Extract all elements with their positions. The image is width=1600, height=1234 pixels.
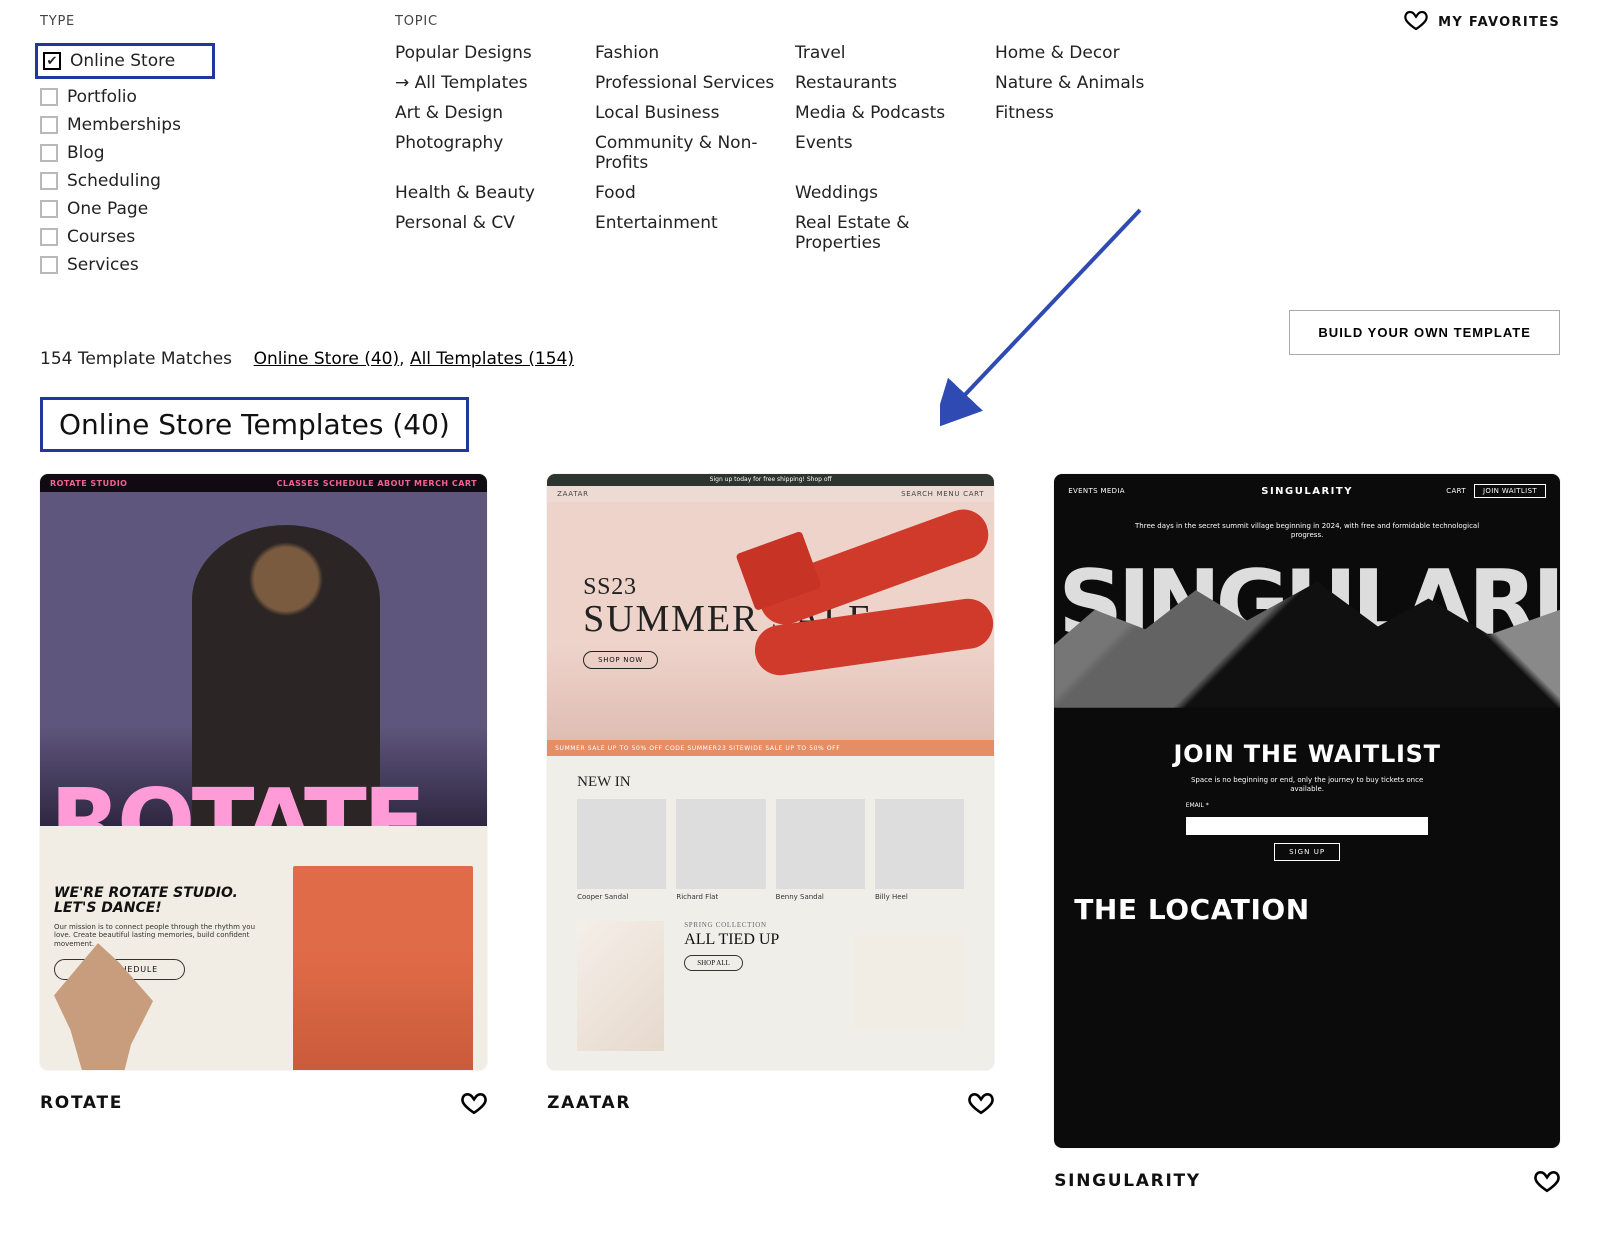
topic-link-real-estate-properties[interactable]: Real Estate & Properties [795,213,995,253]
my-favorites-link[interactable]: MY FAVORITES [1404,8,1560,36]
topic-link-home-decor[interactable]: Home & Decor [995,43,1195,63]
type-filter-label: Memberships [67,115,181,135]
type-filter-column: TYPE ✔ Online Store Portfolio Memberships Bl… [40,14,215,279]
type-filter-label: Services [67,255,139,275]
template-preview: EVENTS MEDIA SINGULARITY CART JOIN WAITL… [1054,474,1560,1148]
type-filter-one-page[interactable]: One Page [40,195,215,223]
matches-count: 154 Template Matches [40,349,232,369]
favorite-button[interactable] [461,1090,487,1116]
type-filter-label: Online Store [70,51,175,71]
template-title: ZAATAR [547,1093,631,1113]
all-templates-count-link[interactable]: All Templates (154) [410,349,574,369]
topic-link-local-business[interactable]: Local Business [595,103,795,123]
topic-link-fitness[interactable]: Fitness [995,103,1195,123]
template-cards: ROTATE STUDIOCLASSES SCHEDULE ABOUT MERC… [40,474,1560,1194]
topic-link-personal-cv[interactable]: Personal & CV [395,213,595,253]
type-filter-scheduling[interactable]: Scheduling [40,167,215,195]
checkbox-icon [40,116,58,134]
online-store-count-link[interactable]: Online Store (40) [254,349,399,369]
type-filter-label: Scheduling [67,171,161,191]
checkbox-icon: ✔ [43,52,61,70]
template-card-rotate[interactable]: ROTATE STUDIOCLASSES SCHEDULE ABOUT MERC… [40,474,487,1194]
checkbox-icon [40,256,58,274]
checkbox-icon [40,88,58,106]
template-preview: Sign up today for free shipping! Shop of… [547,474,994,1070]
checkbox-icon [40,144,58,162]
topic-link-weddings[interactable]: Weddings [795,183,995,203]
type-filter-label: Portfolio [67,87,137,107]
template-card-zaatar[interactable]: Sign up today for free shipping! Shop of… [547,474,994,1194]
topic-label: TOPIC [395,14,1195,29]
topic-link-events[interactable]: Events [795,133,995,173]
favorite-button[interactable] [968,1090,994,1116]
topic-link-health-beauty[interactable]: Health & Beauty [395,183,595,203]
build-own-template-button[interactable]: BUILD YOUR OWN TEMPLATE [1289,310,1560,355]
checkbox-icon [40,200,58,218]
template-preview: ROTATE STUDIOCLASSES SCHEDULE ABOUT MERC… [40,474,487,1070]
topic-link-professional-services[interactable]: Professional Services [595,73,795,93]
topic-filter-column: TOPIC Popular DesignsFashionTravelHome &… [395,14,1195,279]
topic-link-photography[interactable]: Photography [395,133,595,173]
checkbox-icon [40,228,58,246]
type-filter-blog[interactable]: Blog [40,139,215,167]
template-card-singularity[interactable]: EVENTS MEDIA SINGULARITY CART JOIN WAITL… [1054,474,1560,1194]
section-heading: Online Store Templates (40) [40,397,469,452]
type-filter-online-store[interactable]: ✔ Online Store [35,43,215,79]
heart-icon [1404,8,1428,36]
type-filter-label: Blog [67,143,105,163]
topic-link-media-podcasts[interactable]: Media & Podcasts [795,103,995,123]
type-filter-services[interactable]: Services [40,251,215,279]
type-filter-label: Courses [67,227,135,247]
topic-link-nature-animals[interactable]: Nature & Animals [995,73,1195,93]
type-filter-label: One Page [67,199,148,219]
filter-area: TYPE ✔ Online Store Portfolio Memberships Bl… [40,0,1560,279]
type-filter-memberships[interactable]: Memberships [40,111,215,139]
topic-link-popular-designs[interactable]: Popular Designs [395,43,595,63]
template-title: SINGULARITY [1054,1171,1201,1191]
topic-link-entertainment[interactable]: Entertainment [595,213,795,253]
topic-link-community-non-profits[interactable]: Community & Non-Profits [595,133,795,173]
template-title: ROTATE [40,1093,123,1113]
type-label: TYPE [40,14,215,29]
topic-link-food[interactable]: Food [595,183,795,203]
favorite-button[interactable] [1534,1168,1560,1194]
topic-link-art-design[interactable]: Art & Design [395,103,595,123]
type-filter-portfolio[interactable]: Portfolio [40,83,215,111]
checkbox-icon [40,172,58,190]
topic-link-travel[interactable]: Travel [795,43,995,63]
topic-link-all-templates[interactable]: All Templates [395,73,595,93]
topic-link-fashion[interactable]: Fashion [595,43,795,63]
favorites-label: MY FAVORITES [1438,15,1560,30]
topic-link-restaurants[interactable]: Restaurants [795,73,995,93]
type-filter-courses[interactable]: Courses [40,223,215,251]
